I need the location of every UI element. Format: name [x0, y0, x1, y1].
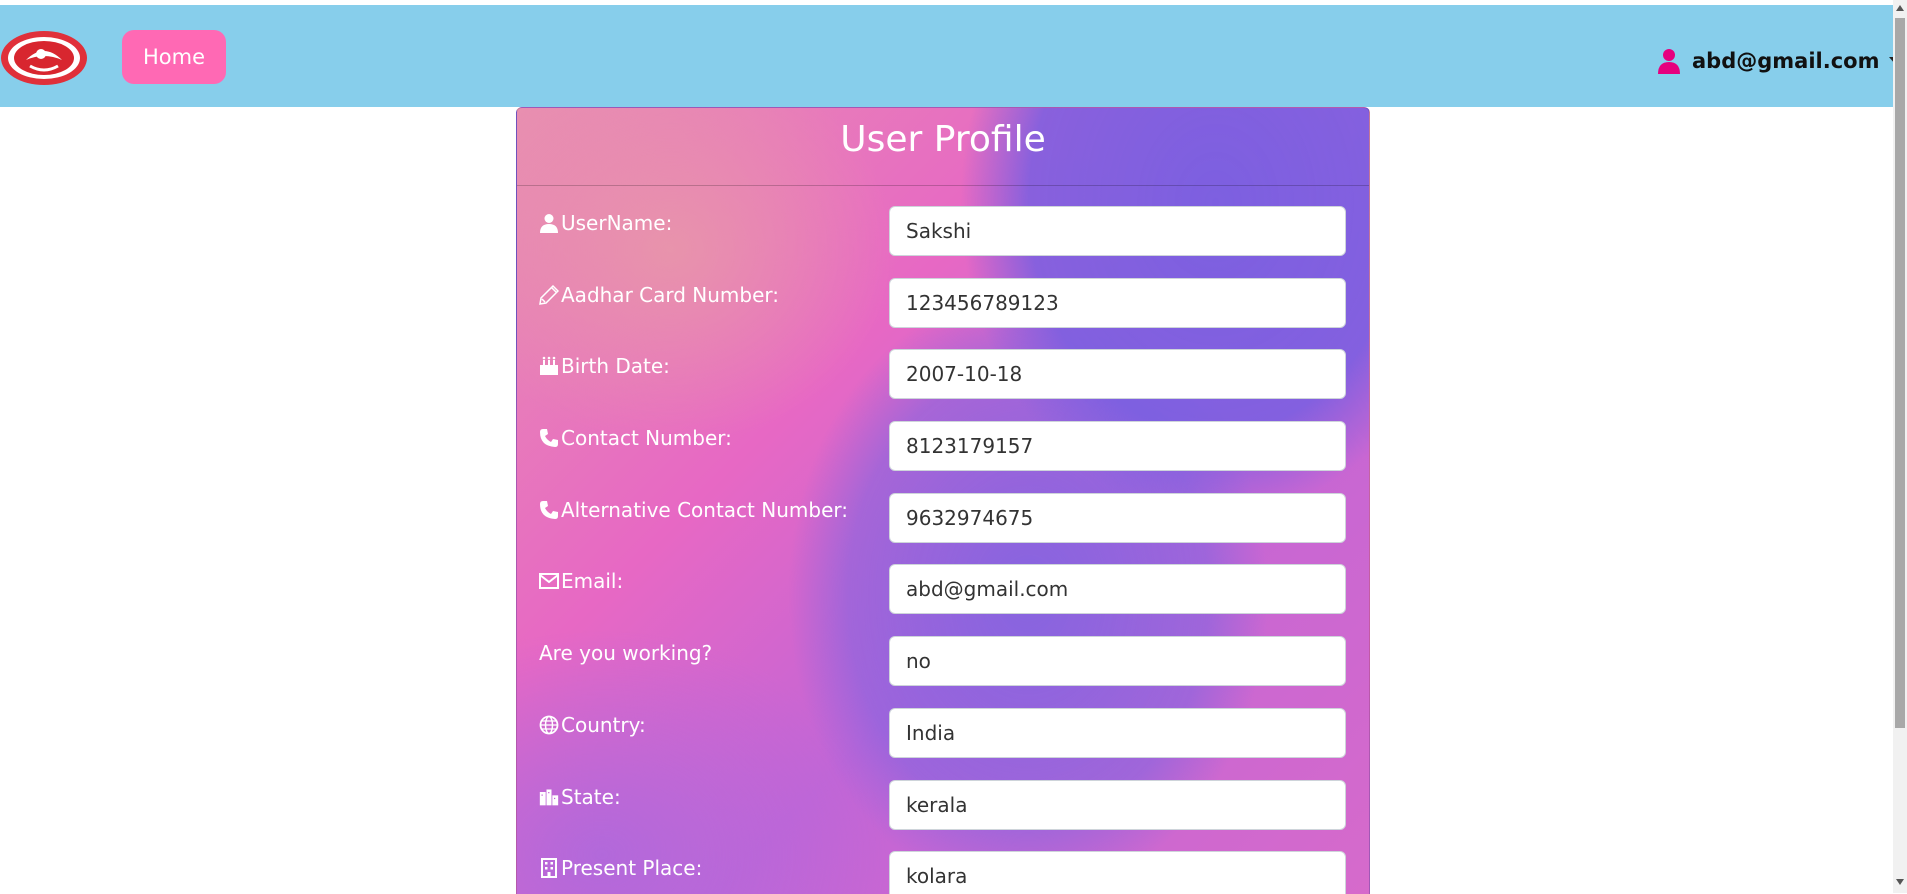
field-label: Country: [539, 708, 646, 742]
username-field[interactable]: Sakshi [889, 206, 1346, 256]
field-label: Birth Date: [539, 349, 670, 383]
email-field[interactable]: abd@gmail.com [889, 564, 1346, 614]
field-row-alt-contact: Alternative Contact Number: 9632974675 [517, 493, 1369, 543]
field-label: Alternative Contact Number: [539, 493, 848, 527]
country-field[interactable]: India [889, 708, 1346, 758]
user-email: abd@gmail.com [1692, 49, 1880, 73]
state-field[interactable]: kerala [889, 780, 1346, 830]
scroll-up-arrow-icon[interactable] [1896, 5, 1904, 11]
aadhar-number-field[interactable]: 123456789123 [889, 278, 1346, 328]
globe-icon [539, 715, 559, 735]
birth-date-field[interactable]: 2007-10-18 [889, 349, 1346, 399]
user-icon [1658, 49, 1680, 74]
field-label: Aadhar Card Number: [539, 278, 779, 312]
field-label: Are you working? [539, 641, 713, 665]
field-row-aadhar: Aadhar Card Number: 123456789123 [517, 278, 1369, 328]
building-icon [541, 858, 557, 878]
user-menu-dropdown[interactable]: abd@gmail.com [1658, 43, 1902, 79]
present-place-field[interactable]: kolara [889, 851, 1346, 894]
navbar: Home abd@gmail.com [0, 5, 1902, 107]
alternative-contact-field[interactable]: 9632974675 [889, 493, 1346, 543]
field-label: Present Place: [539, 851, 702, 885]
phone-icon [540, 429, 558, 447]
logo[interactable] [0, 30, 88, 86]
pencil-icon [539, 285, 559, 305]
field-row-contact: Contact Number: 8123179157 [517, 421, 1369, 471]
home-button[interactable]: Home [122, 30, 226, 84]
vertical-scrollbar[interactable] [1893, 0, 1907, 893]
field-label: Contact Number: [539, 421, 732, 455]
scroll-thumb[interactable] [1895, 18, 1905, 728]
field-row-state: State: kerala [517, 780, 1369, 830]
field-label: Email: [539, 564, 623, 598]
field-row-username: UserName: Sakshi [517, 206, 1369, 256]
contact-number-field[interactable]: 8123179157 [889, 421, 1346, 471]
field-label: UserName: [539, 206, 672, 240]
working-status-field[interactable]: no [889, 636, 1346, 686]
field-label: State: [539, 780, 621, 814]
field-row-working: Are you working? no [517, 636, 1369, 686]
birthday-cake-icon [540, 356, 558, 375]
phone-icon [540, 501, 558, 519]
field-row-present-place: Present Place: kolara [517, 851, 1369, 894]
field-row-birth-date: Birth Date: 2007-10-18 [517, 349, 1369, 399]
scroll-down-arrow-icon[interactable] [1896, 879, 1904, 885]
user-icon [540, 214, 558, 233]
user-profile-card: User Profile UserName: Sakshi Aadhar Car… [516, 107, 1370, 894]
page-title: User Profile [517, 108, 1369, 186]
field-row-country: Country: India [517, 708, 1369, 758]
field-row-email: Email: abd@gmail.com [517, 564, 1369, 614]
city-icon [539, 789, 559, 806]
envelope-icon [539, 573, 559, 589]
